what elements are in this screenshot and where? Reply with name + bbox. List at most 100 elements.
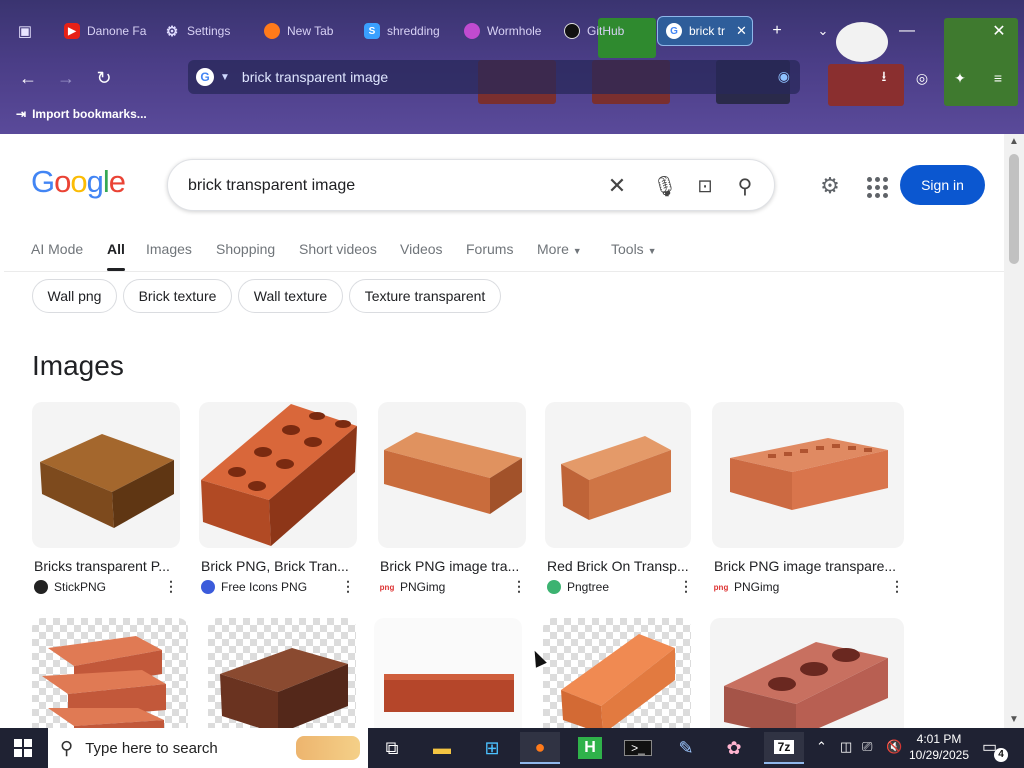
firefox-taskbar-icon[interactable]: ● [520, 732, 560, 764]
import-bookmarks-button[interactable]: ⇥ Import bookmarks... [16, 107, 147, 121]
result-caption[interactable]: Brick PNG image transpare... [714, 558, 900, 574]
result-thumbnail[interactable] [374, 618, 522, 728]
search-input[interactable]: brick transparent image [188, 177, 355, 195]
result-thumbnail[interactable] [208, 618, 356, 728]
scroll-up-icon[interactable]: ▲ [1008, 136, 1020, 148]
globe-icon[interactable]: ◉ [778, 68, 790, 85]
tab-shredding[interactable]: S shredding [364, 16, 448, 46]
google-search-engine-icon[interactable]: G [196, 68, 214, 86]
result-source[interactable]: png PNGimg [380, 580, 445, 594]
image-result[interactable]: Brick PNG image tra... png PNGimg ⋮ [378, 402, 528, 602]
downloads-icon[interactable]: ⭳ [872, 66, 896, 90]
scrollbar-thumb[interactable] [1009, 154, 1019, 264]
chip-brick-texture[interactable]: Brick texture [123, 279, 232, 313]
more-options-icon[interactable]: ⋮ [679, 578, 693, 595]
tab-list-chevron-icon[interactable]: ⌄ [808, 16, 838, 46]
image-result[interactable] [374, 618, 522, 728]
clear-icon[interactable]: ✕ [604, 173, 630, 199]
image-result[interactable] [710, 618, 904, 728]
result-caption[interactable]: Brick PNG, Brick Tran... [201, 558, 353, 574]
h-app-icon[interactable]: H [570, 732, 610, 764]
result-thumbnail[interactable] [710, 618, 904, 728]
result-thumbnail[interactable] [32, 618, 188, 728]
image-result[interactable]: Brick PNG image transpare... png PNGimg … [712, 402, 904, 602]
tab-short-videos[interactable]: Short videos [299, 241, 377, 257]
camera-lens-icon[interactable]: ⊡ [692, 173, 718, 199]
tab-videos[interactable]: Videos [400, 241, 443, 257]
result-source[interactable]: png PNGimg [714, 580, 779, 594]
more-options-icon[interactable]: ⋮ [341, 578, 355, 595]
chip-wall-texture[interactable]: Wall texture [238, 279, 343, 313]
search-box[interactable]: brick transparent image ✕ 🎙 ⊡ ⚲ [167, 159, 775, 211]
search-icon[interactable]: ⚲ [732, 173, 758, 199]
more-options-icon[interactable]: ⋮ [164, 578, 178, 595]
extensions-icon[interactable]: ✦ [948, 66, 972, 90]
paint-3d-icon[interactable]: ✿ [714, 732, 754, 764]
volume-muted-icon[interactable]: 🔇 [886, 739, 902, 755]
new-tab-button[interactable]: + [762, 16, 792, 46]
tab-settings[interactable]: ⚙ Settings [164, 16, 254, 46]
tab-more[interactable]: More ▼ [537, 241, 582, 257]
close-tab-icon[interactable]: ✕ [736, 23, 747, 39]
system-clock[interactable]: 4:01 PM 10/29/2025 [904, 731, 974, 763]
address-bar[interactable]: G ▼ brick transparent image ◉ [188, 60, 800, 94]
chip-texture-transparent[interactable]: Texture transparent [349, 279, 501, 313]
tab-ai-mode[interactable]: AI Mode [31, 241, 83, 257]
tab-images[interactable]: Images [146, 241, 192, 257]
result-source[interactable]: Pngtree [547, 580, 609, 594]
result-thumbnail[interactable] [378, 402, 526, 548]
tab-overview-icon[interactable]: ▣ [12, 18, 38, 44]
image-result[interactable]: Brick PNG, Brick Tran... Free Icons PNG … [199, 402, 359, 602]
reload-button[interactable]: ↻ [90, 64, 118, 92]
result-thumbnail[interactable] [199, 402, 357, 548]
chip-wall-png[interactable]: Wall png [32, 279, 117, 313]
settings-gear-icon[interactable]: ⚙ [816, 172, 844, 200]
windows-start-icon[interactable] [6, 736, 40, 760]
result-thumbnail[interactable] [545, 402, 691, 548]
close-window-button[interactable]: ✕ [984, 16, 1014, 46]
account-icon[interactable]: ◎ [910, 66, 934, 90]
result-caption[interactable]: Red Brick On Transp... [547, 558, 689, 574]
image-result[interactable]: Red Brick On Transp... Pngtree ⋮ [545, 402, 695, 602]
result-source[interactable]: StickPNG [34, 580, 106, 594]
microphone-icon[interactable]: 🎙 [652, 173, 678, 199]
tab-new-tab[interactable]: New Tab [264, 16, 348, 46]
meet-now-icon[interactable]: ◫ [840, 739, 852, 755]
google-logo[interactable]: Google [31, 164, 126, 200]
microsoft-store-icon[interactable]: ⊞ [472, 732, 512, 764]
more-options-icon[interactable]: ⋮ [890, 578, 904, 595]
minimize-button[interactable]: — [892, 16, 922, 46]
tab-all[interactable]: All [107, 241, 125, 271]
7zip-icon[interactable]: 7z [764, 732, 804, 764]
result-thumbnail[interactable] [712, 402, 904, 548]
tab-forums[interactable]: Forums [466, 241, 513, 257]
terminal-icon[interactable]: >_ [618, 732, 658, 764]
tab-shopping[interactable]: Shopping [216, 241, 275, 257]
image-result[interactable]: Bricks transparent P... StickPNG ⋮ [32, 402, 180, 602]
tab-tools[interactable]: Tools ▼ [611, 241, 657, 257]
sign-in-button[interactable]: Sign in [900, 165, 985, 205]
menu-icon[interactable]: ≡ [986, 66, 1010, 90]
scroll-down-icon[interactable]: ▼ [1008, 714, 1020, 726]
network-icon[interactable]: ⎚ [862, 739, 872, 755]
tab-github[interactable]: GitHub [564, 16, 642, 46]
result-thumbnail[interactable] [32, 402, 180, 548]
image-result[interactable] [543, 618, 691, 728]
forward-button[interactable]: → [52, 64, 80, 92]
result-source[interactable]: Free Icons PNG [201, 580, 307, 594]
paint-icon[interactable]: ✎ [666, 732, 706, 764]
page-scrollbar[interactable]: ▲ ▼ [1004, 134, 1024, 728]
back-button[interactable]: ← [14, 64, 42, 92]
result-thumbnail[interactable] [543, 618, 691, 728]
result-caption[interactable]: Brick PNG image tra... [380, 558, 522, 574]
file-explorer-icon[interactable]: ▬ [422, 732, 462, 764]
google-apps-icon[interactable] [862, 172, 890, 200]
tab-brick-search[interactable]: G brick tr ✕ [657, 16, 753, 46]
image-result[interactable] [32, 618, 188, 728]
result-caption[interactable]: Bricks transparent P... [34, 558, 180, 574]
show-hidden-icons-chevron[interactable]: ⌃ [816, 739, 827, 755]
task-view-icon[interactable]: ⧉ [372, 732, 412, 764]
more-options-icon[interactable]: ⋮ [512, 578, 526, 595]
chevron-down-icon[interactable]: ▼ [220, 72, 230, 83]
image-result[interactable] [208, 618, 356, 728]
